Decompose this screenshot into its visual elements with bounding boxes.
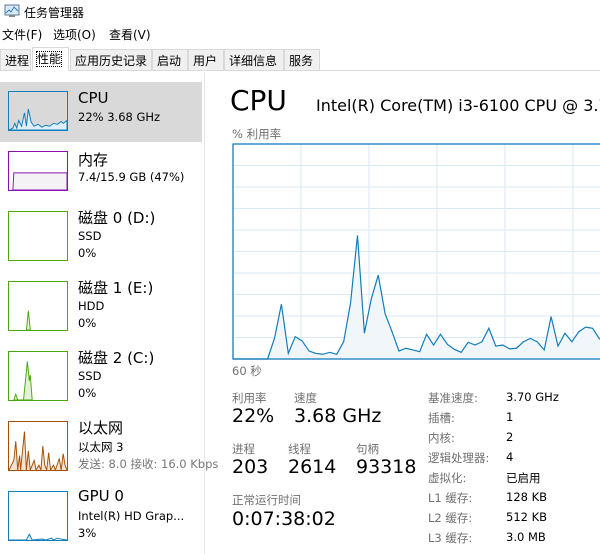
sidebar-item-name: GPU 0 <box>78 487 124 505</box>
sidebar-item-value: 发送: 8.0 接收: 16.0 Kbps <box>78 457 219 471</box>
task-manager-icon <box>4 4 20 17</box>
sidebar-item-name: 以太网 <box>78 419 124 437</box>
sidebar-item-memory[interactable]: 内存 7.4/15.9 GB (47%) <box>0 142 202 202</box>
menu-file[interactable]: 文件(F) <box>2 26 42 43</box>
sidebar-item-gpu-0[interactable]: GPU 0 Intel(R) HD Grap... 3% <box>0 482 202 552</box>
tab-bar: 进程 性能 应用历史记录 启动 用户 详细信息 服务 <box>0 47 600 71</box>
sidebar-item-sub: Intel(R) HD Grap... <box>78 509 185 523</box>
cpu-usage-chart <box>232 143 600 360</box>
performance-pane: CPU Intel(R) Core(TM) i3-6100 CPU @ 3.70… <box>206 72 600 554</box>
tab-label: 进程 <box>5 54 30 68</box>
spec-value: 4 <box>506 450 514 464</box>
spec-label: L2 缓存: <box>428 511 473 525</box>
tab-label: 详细信息 <box>229 54 278 68</box>
chart-y-label: % 利用率 <box>232 127 282 141</box>
tab-label: 启动 <box>157 54 182 68</box>
spec-value: 1 <box>506 410 514 424</box>
sidebar-item-name: CPU <box>78 89 109 107</box>
chart-x-label: 60 秒 <box>232 364 262 378</box>
uptime-label: 正常运行时间 <box>232 493 301 507</box>
threads-value: 2614 <box>288 456 337 478</box>
spec-label: L3 缓存: <box>428 531 473 545</box>
spec-value: 512 KB <box>506 510 548 524</box>
sidebar-item-sub: SSD <box>78 369 102 383</box>
speed-value: 3.68 GHz <box>294 405 382 427</box>
sidebar-item-cpu[interactable]: CPU 22% 3.68 GHz <box>0 82 202 142</box>
sidebar-item-disk-2[interactable]: 磁盘 2 (C:) SSD 0% <box>0 342 202 412</box>
sidebar-item-name: 内存 <box>78 151 109 169</box>
tab-processes[interactable]: 进程 <box>0 49 31 70</box>
spec-label: 逻辑处理器: <box>428 451 490 465</box>
resource-sidebar: CPU 22% 3.68 GHz 内存 7.4/15.9 GB (47%) 磁盘… <box>0 72 218 554</box>
tab-label: 服务 <box>289 54 314 68</box>
sidebar-item-sub: 以太网 3 <box>78 440 124 454</box>
disk2-thumbnail-graph <box>8 351 68 401</box>
sidebar-item-sub: HDD <box>78 299 105 313</box>
tab-app-history[interactable]: 应用历史记录 <box>70 49 152 70</box>
spec-label: 基准速度: <box>428 391 478 405</box>
spec-label: 内核: <box>428 431 455 445</box>
sidebar-item-name: 磁盘 0 (D:) <box>78 209 156 227</box>
spec-value: 3.70 GHz <box>506 390 559 404</box>
disk1-thumbnail-graph <box>8 281 68 331</box>
sidebar-item-sub: SSD <box>78 229 102 243</box>
menu-view[interactable]: 查看(V) <box>109 26 151 43</box>
sidebar-item-sub: 22% 3.68 GHz <box>78 110 161 124</box>
sidebar-item-value: 0% <box>78 386 97 400</box>
page-title: CPU <box>230 84 287 117</box>
tab-label: 性能 <box>35 51 63 67</box>
sidebar-item-value: 0% <box>78 316 97 330</box>
sidebar-item-disk-1[interactable]: 磁盘 1 (E:) HDD 0% <box>0 272 202 342</box>
spec-value: 2 <box>506 430 514 444</box>
menu-bar: 文件(F) 选项(O) 查看(V) <box>0 24 600 44</box>
spec-label: 虚拟化: <box>428 471 467 485</box>
sidebar-item-sub: 7.4/15.9 GB (47%) <box>78 170 185 184</box>
sidebar-item-name: 磁盘 2 (C:) <box>78 349 155 367</box>
threads-label: 线程 <box>288 442 311 456</box>
speed-label: 速度 <box>294 391 317 405</box>
cpu-thumbnail-graph <box>8 91 68 131</box>
title-bar: 任务管理器 <box>0 0 600 22</box>
handles-value: 93318 <box>356 456 417 478</box>
sidebar-item-disk-0[interactable]: 磁盘 0 (D:) SSD 0% <box>0 202 202 272</box>
sidebar-item-value: 3% <box>78 526 97 540</box>
tab-details[interactable]: 详细信息 <box>224 49 284 70</box>
ethernet-thumbnail-graph <box>8 421 68 471</box>
util-label: 利用率 <box>232 391 267 405</box>
cpu-area-fill <box>233 235 600 359</box>
sidebar-item-ethernet[interactable]: 以太网 以太网 3 发送: 8.0 接收: 16.0 Kbps <box>0 412 218 482</box>
window-title: 任务管理器 <box>24 6 85 20</box>
spec-label: 插槽: <box>428 411 455 425</box>
handles-label: 句柄 <box>356 442 379 456</box>
uptime-value: 0:07:38:02 <box>232 508 336 530</box>
tab-label: 用户 <box>193 54 218 68</box>
spec-value: 128 KB <box>506 490 548 504</box>
processes-label: 进程 <box>232 442 255 456</box>
gpu-thumbnail-graph <box>8 491 68 541</box>
cpu-usage-line <box>233 235 600 360</box>
tab-users[interactable]: 用户 <box>188 49 224 70</box>
sidebar-item-name: 磁盘 1 (E:) <box>78 279 154 297</box>
spec-value: 3.0 MB <box>506 530 546 544</box>
memory-thumbnail-graph <box>8 151 68 191</box>
processes-value: 203 <box>232 456 269 478</box>
disk0-thumbnail-graph <box>8 211 68 261</box>
menu-options[interactable]: 选项(O) <box>53 26 96 43</box>
util-value: 22% <box>232 405 275 427</box>
tab-startup[interactable]: 启动 <box>152 49 188 70</box>
tab-services[interactable]: 服务 <box>284 49 320 70</box>
spec-label: L1 缓存: <box>428 491 473 505</box>
tab-performance[interactable]: 性能 <box>32 47 69 71</box>
tab-label: 应用历史记录 <box>75 54 148 68</box>
sidebar-item-value: 0% <box>78 246 97 260</box>
cpu-model: Intel(R) Core(TM) i3-6100 CPU @ 3.70GHz <box>316 96 600 115</box>
spec-value: 已启用 <box>506 471 541 485</box>
